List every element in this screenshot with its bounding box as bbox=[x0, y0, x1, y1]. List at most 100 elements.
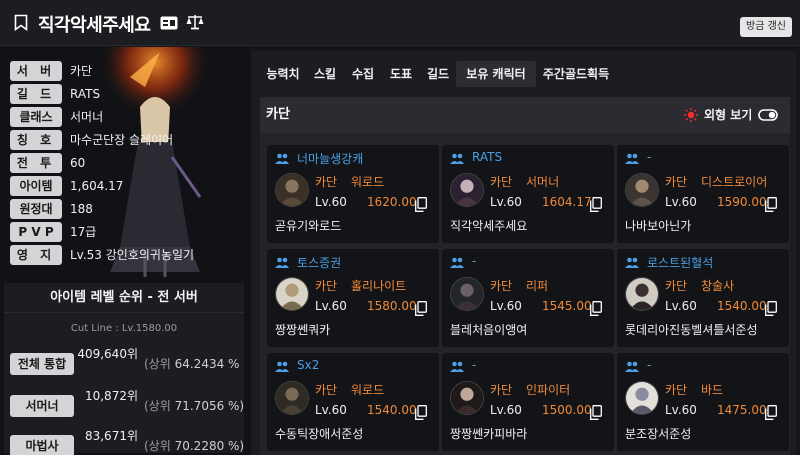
guild-name: 로스트된혈석 bbox=[647, 256, 714, 270]
rank-percent: (상위 64.2434 % bbox=[144, 356, 256, 372]
character-card[interactable]: 토스증권 카단 홀리나이트 Lv.60 1580.00 짱짱쎈쿼카 bbox=[267, 249, 439, 347]
character-server: 카단 bbox=[490, 175, 513, 189]
guild-name: RATS bbox=[472, 150, 503, 164]
refresh-button[interactable]: 방금 갱신 bbox=[740, 17, 792, 37]
group-icon bbox=[275, 361, 289, 372]
character-item-level: 1500.00 bbox=[542, 403, 592, 417]
tab-chart[interactable]: 도표 bbox=[382, 61, 420, 87]
character-card[interactable]: - 카단 리퍼 Lv.60 1545.00 블레처음이앵여 bbox=[442, 249, 614, 347]
character-server: 카단 bbox=[665, 175, 688, 189]
info-label: 서 버 bbox=[10, 61, 62, 81]
character-level: Lv.60 bbox=[665, 403, 697, 417]
character-server: 카단 bbox=[315, 175, 338, 189]
character-name: 짱짱쎈쿼카 bbox=[275, 323, 331, 337]
character-level: Lv.60 bbox=[490, 403, 522, 417]
tab-owned-characters[interactable]: 보유 캐릭터 bbox=[456, 61, 536, 87]
rank-percent-value: 70.2280 %) bbox=[174, 439, 245, 453]
info-label: 클래스 bbox=[10, 107, 62, 127]
copy-icon[interactable] bbox=[590, 301, 602, 316]
rank-percent: (상위 71.7056 %) bbox=[144, 398, 256, 414]
rank-percent: (상위 70.2280 %) bbox=[144, 438, 256, 454]
character-card[interactable]: 너마늘생강캐 카단 워로드 Lv.60 1620.00 곧유기와로드 bbox=[267, 145, 439, 243]
character-card[interactable]: - 카단 디스트로이어 Lv.60 1590.00 나바보아닌가 bbox=[617, 145, 789, 243]
guild-name: - bbox=[472, 254, 477, 268]
character-class: 워로드 bbox=[351, 383, 385, 397]
info-value: 1,604.17 bbox=[70, 179, 124, 193]
character-server: 카단 bbox=[665, 279, 688, 293]
guild-name: Sx2 bbox=[297, 358, 320, 372]
character-item-level: 1590.00 bbox=[717, 195, 767, 209]
info-value: 60 bbox=[70, 156, 86, 170]
character-item-level: 1540.00 bbox=[717, 299, 767, 313]
character-server: 카단 bbox=[490, 279, 513, 293]
info-label: 영 지 bbox=[10, 245, 62, 265]
rank-label: 전체 통합 bbox=[10, 353, 74, 375]
info-value: 서머너 bbox=[70, 110, 104, 124]
guild-name: 너마늘생강캐 bbox=[297, 152, 364, 166]
info-value: 17급 bbox=[70, 225, 97, 239]
character-portrait bbox=[625, 173, 659, 207]
scale-icon[interactable] bbox=[186, 14, 204, 30]
character-server: 카단 bbox=[490, 383, 513, 397]
main-panel: 능력치 스킬 수집 도표 길드 보유 캐릭터 주간골드획득 카단 외형 보기 너… bbox=[252, 51, 796, 455]
character-card[interactable]: 로스트된혈석 카단 창술사 Lv.60 1540.00 롯데리아진동벨셔틀서준성 bbox=[617, 249, 789, 347]
tab-collection[interactable]: 수집 bbox=[344, 61, 382, 87]
rank-label: 마법사 bbox=[10, 435, 74, 455]
copy-icon[interactable] bbox=[415, 197, 427, 212]
tab-stats[interactable]: 능력치 bbox=[260, 61, 306, 87]
character-class: 창술사 bbox=[701, 279, 735, 293]
copy-icon[interactable] bbox=[765, 301, 777, 316]
character-name: 짱짱쎈카피바라 bbox=[450, 427, 528, 441]
info-label: P V P bbox=[10, 222, 62, 242]
copy-icon[interactable] bbox=[415, 301, 427, 316]
rank-label: 서머너 bbox=[10, 395, 74, 417]
toggle-icon[interactable] bbox=[758, 109, 778, 121]
copy-icon[interactable] bbox=[590, 405, 602, 420]
character-card[interactable]: RATS 카단 서머너 Lv.60 1604.17 직각악세주세요 bbox=[442, 145, 614, 243]
character-item-level: 1545.00 bbox=[542, 299, 592, 313]
section-header: 카단 외형 보기 bbox=[260, 97, 790, 133]
character-portrait bbox=[275, 173, 309, 207]
character-portrait bbox=[450, 381, 484, 415]
info-value: Lv.53 강인호의귀농일기 bbox=[70, 248, 195, 262]
copy-icon[interactable] bbox=[765, 197, 777, 212]
bookmark-icon[interactable] bbox=[14, 14, 28, 31]
info-label: 전 투 bbox=[10, 153, 62, 173]
info-label: 길 드 bbox=[10, 84, 62, 104]
character-item-level: 1604.17 bbox=[542, 195, 592, 209]
character-card[interactable]: - 카단 인파이터 Lv.60 1500.00 짱짱쎈카피바라 bbox=[442, 353, 614, 451]
group-icon bbox=[625, 361, 639, 372]
character-server: 카단 bbox=[665, 383, 688, 397]
character-level: Lv.60 bbox=[315, 403, 347, 417]
tab-weekly-gold[interactable]: 주간골드획득 bbox=[536, 61, 616, 87]
profile-panel: 서 버 카단 길 드 RATS 클래스 서머너 칭 호 마수군단장 슬레이어 전… bbox=[0, 47, 250, 455]
copy-icon[interactable] bbox=[415, 405, 427, 420]
item-level-ranking: 아이템 레벨 순위 - 전 서버 Cut Line : Lv.1580.00 전… bbox=[4, 283, 244, 455]
copy-icon[interactable] bbox=[765, 405, 777, 420]
page-title: 직각악세주세요 bbox=[38, 15, 151, 36]
character-name: 롯데리아진동벨셔틀서준성 bbox=[625, 323, 758, 337]
tab-guild[interactable]: 길드 bbox=[420, 61, 456, 87]
character-class: 워로드 bbox=[351, 175, 385, 189]
group-icon bbox=[275, 257, 289, 268]
character-artwork bbox=[90, 47, 250, 277]
character-card[interactable]: - 카단 바드 Lv.60 1475.00 분조장서준성 bbox=[617, 353, 789, 451]
rank-percent-prefix: (상위 bbox=[144, 399, 171, 413]
id-card-icon[interactable] bbox=[160, 16, 178, 30]
character-portrait bbox=[450, 173, 484, 207]
character-level: Lv.60 bbox=[490, 195, 522, 209]
character-item-level: 1620.00 bbox=[367, 195, 417, 209]
info-label: 칭 호 bbox=[10, 130, 62, 150]
info-value: 188 bbox=[70, 202, 93, 216]
tab-skills[interactable]: 스킬 bbox=[306, 61, 344, 87]
character-name: 직각악세주세요 bbox=[450, 219, 528, 233]
server-name: 카단 bbox=[266, 107, 290, 122]
characters-section: 카단 외형 보기 너마늘생강캐 카단 워로드 Lv.60 1620.00 곧유기… bbox=[260, 97, 790, 455]
character-server: 카단 bbox=[315, 383, 338, 397]
character-portrait bbox=[275, 381, 309, 415]
info-value: 마수군단장 슬레이어 bbox=[70, 133, 174, 147]
copy-icon[interactable] bbox=[590, 197, 602, 212]
group-icon bbox=[450, 361, 464, 372]
character-name: 블레처음이앵여 bbox=[450, 323, 528, 337]
character-card[interactable]: Sx2 카단 워로드 Lv.60 1540.00 수동틱장애서준성 bbox=[267, 353, 439, 451]
